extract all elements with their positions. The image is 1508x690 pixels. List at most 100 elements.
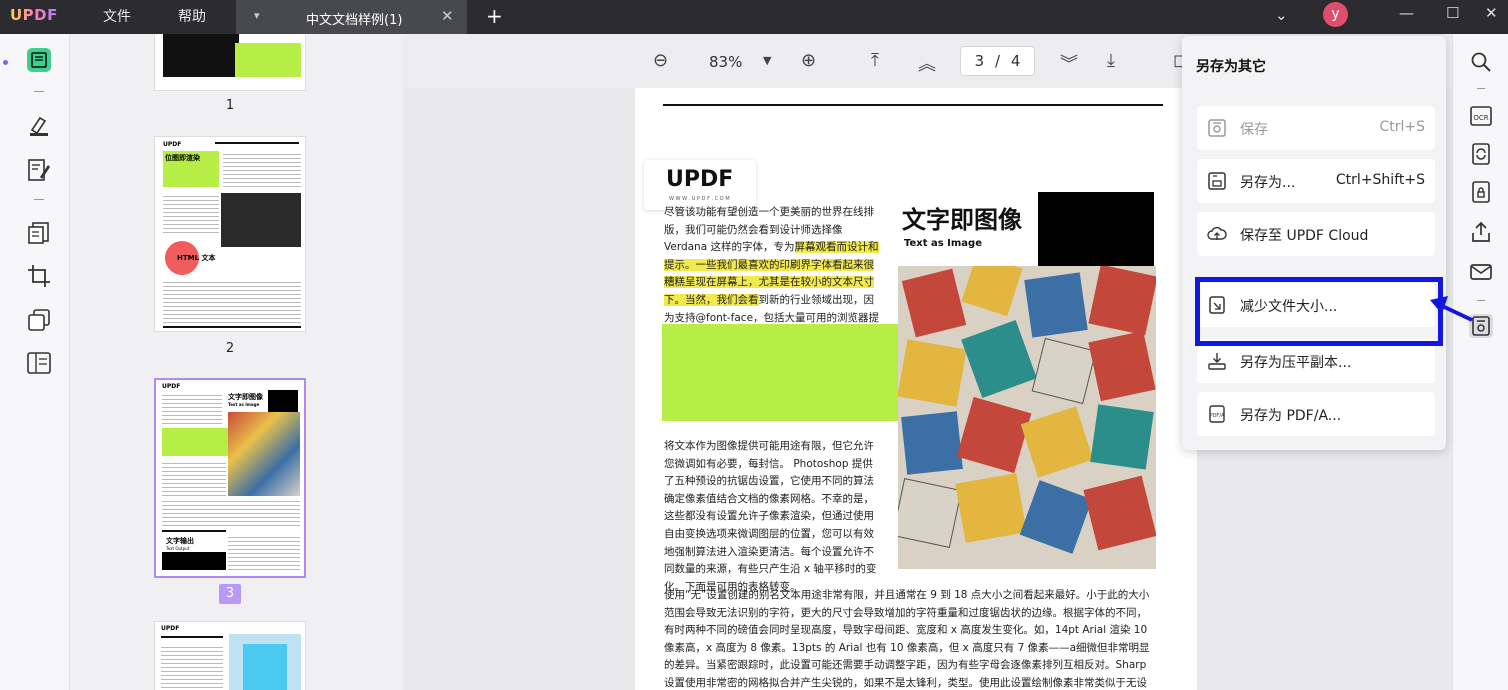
first-page-icon[interactable]: ⤒: [871, 50, 879, 71]
page-number-input[interactable]: 3 / 4: [960, 46, 1035, 76]
thumbnail-page-1[interactable]: [154, 34, 306, 91]
highlighter-icon[interactable]: [26, 112, 52, 138]
form-icon[interactable]: [26, 350, 52, 376]
thumb-subheading: Text as Image: [228, 402, 260, 407]
thumb-lime-block: [162, 428, 228, 456]
thumb-black-block: [268, 390, 298, 412]
chevron-down-icon[interactable]: ▼: [763, 54, 771, 67]
thumb-text-lines: [163, 193, 219, 233]
thumb-image: [243, 644, 287, 690]
crop-icon[interactable]: [26, 263, 52, 289]
zoom-out-icon[interactable]: ⊖: [653, 50, 668, 71]
divider: [34, 91, 44, 92]
page-separator: /: [994, 52, 1001, 70]
thumbnail-page-2[interactable]: UPDF 位图即渲染 HTML 文本: [154, 136, 306, 332]
menu-item-save[interactable]: 保存 Ctrl+S: [1197, 106, 1435, 150]
lime-block: [662, 324, 898, 421]
organize-pages-icon[interactable]: [26, 220, 52, 246]
document-title: 文字即图像: [902, 206, 1022, 234]
thumb-html-label: HTML 文本: [177, 254, 216, 262]
right-tool-rail: OCR: [1452, 34, 1508, 690]
protect-icon[interactable]: [1469, 180, 1493, 204]
thumb-black-block: [162, 552, 226, 570]
menu-item-save-as[interactable]: 另存为... Ctrl+Shift+S: [1197, 159, 1435, 203]
page-number-1: 1: [225, 98, 235, 113]
thumb-text-lines: [162, 392, 222, 426]
page-number-3: 3: [219, 584, 241, 604]
ocr-icon[interactable]: OCR: [1469, 104, 1493, 128]
thumb-rule: [161, 636, 223, 638]
arrow-icon: [1430, 296, 1473, 322]
thumb-text-lines: [223, 151, 301, 187]
thumb-rule: [163, 326, 301, 328]
chevron-down-icon[interactable]: ▾: [254, 9, 260, 22]
document-tab[interactable]: ▾ 中文文档样例(1) ✕: [236, 0, 467, 34]
thumb-text-lines: [163, 279, 301, 323]
menu-help[interactable]: 帮助: [178, 6, 206, 26]
reader-icon[interactable]: [26, 47, 52, 73]
layers-icon[interactable]: [26, 307, 52, 333]
updf-logo: UPDF: [10, 6, 58, 24]
search-icon[interactable]: [1469, 50, 1493, 74]
page-rule: [663, 104, 1163, 106]
menu-item-label: 保存至 UPDF Cloud: [1240, 228, 1369, 244]
divider: [34, 199, 44, 200]
document-subtitle: Text as Image: [904, 238, 982, 249]
save-as-menu-title: 另存为其它: [1196, 59, 1266, 75]
divider: [1477, 300, 1485, 301]
thumb-text-lines: [162, 498, 300, 528]
share-icon[interactable]: [1469, 220, 1493, 244]
thumb-lime-block: [235, 43, 301, 77]
letters-photo: [898, 266, 1156, 569]
email-icon[interactable]: [1469, 260, 1493, 284]
menu-item-label: 另存为...: [1240, 175, 1296, 191]
next-page-icon[interactable]: ︾: [1060, 50, 1078, 76]
flatten-icon: [1208, 353, 1226, 370]
total-pages: 4: [1010, 52, 1021, 70]
chevron-down-icon[interactable]: ⌄: [1275, 6, 1288, 24]
edit-text-icon[interactable]: [26, 157, 52, 183]
menu-item-save-to-cloud[interactable]: 保存至 UPDF Cloud: [1197, 212, 1435, 256]
thumb-text-lines: [162, 460, 226, 496]
zoom-level[interactable]: 83%: [709, 53, 742, 71]
close-window-button[interactable]: ✕: [1485, 4, 1498, 22]
minimize-button[interactable]: —: [1399, 4, 1414, 22]
convert-icon[interactable]: [1469, 142, 1493, 166]
thumb-image: [221, 193, 301, 247]
last-page-icon[interactable]: ⤓: [1107, 50, 1115, 71]
thumb-heading: 文字即图像: [228, 393, 263, 401]
thumb-text-lines: [161, 644, 223, 690]
previous-page-icon[interactable]: ︽: [918, 50, 936, 76]
thumb-image: [228, 412, 300, 496]
thumb-heading: 文字输出: [166, 537, 194, 545]
highlight-box: [1195, 277, 1443, 346]
svg-text:OCR: OCR: [1473, 114, 1488, 122]
left-tool-rail: [0, 34, 70, 690]
new-tab-button[interactable]: +: [486, 4, 503, 28]
zoom-in-icon[interactable]: ⊕: [801, 50, 816, 71]
document-logo: UPDF: [666, 167, 734, 192]
thumb-logo: UPDF: [161, 625, 180, 632]
avatar[interactable]: y: [1323, 2, 1348, 27]
thumb-heading: 位图即渲染: [165, 154, 200, 162]
thumb-logo: UPDF: [162, 383, 181, 390]
maximize-button[interactable]: ☐: [1446, 4, 1459, 22]
thumb-rule: [162, 530, 226, 532]
thumbnail-page-3[interactable]: UPDF 文字即图像 Text as Image 文字输出 Text Outpu…: [154, 378, 306, 578]
thumb-rule: [215, 142, 299, 144]
save-as-menu: 另存为其它 保存 Ctrl+S 另存为... Ctrl+Shift+S 保存至 …: [1182, 36, 1446, 450]
thumbnail-page-4[interactable]: UPDF: [154, 621, 306, 690]
menu-file[interactable]: 文件: [103, 6, 131, 26]
close-icon[interactable]: ✕: [441, 7, 454, 25]
cloud-icon: [1207, 226, 1227, 240]
menu-item-save-pdfa[interactable]: PDF/A 另存为 PDF/A...: [1197, 392, 1435, 436]
save-as-icon: [1208, 172, 1226, 190]
paragraph-3: 使用“无”设置创建的别名文本用途非常有限，并且通常在 9 到 18 点大小之间看…: [664, 589, 1150, 689]
menu-item-shortcut: Ctrl+Shift+S: [1335, 172, 1425, 188]
save-icon: [1208, 119, 1226, 137]
paragraph-2: 将文本作为图像提供可能用途有限，但它允许您微调如有必要，每封信。 Photosh…: [664, 440, 877, 593]
pdf-page-3: UPDF W W W . U P D F . C O M 尽管该功能有望创造一个…: [635, 152, 1197, 690]
thumbnail-panel: 1 UPDF 位图即渲染 HTML 文本 2 UPDF 文字即图像 Text a…: [70, 34, 403, 690]
indicator-dot: [3, 60, 8, 65]
pdf-page-2-bottom: [635, 88, 1197, 162]
